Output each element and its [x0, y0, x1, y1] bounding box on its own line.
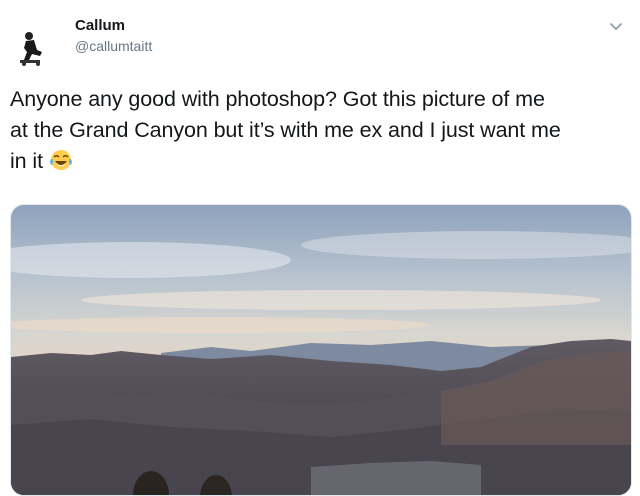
- tears-of-joy-emoji-icon: [49, 148, 73, 172]
- chevron-down-icon[interactable]: [607, 18, 625, 36]
- avatar[interactable]: [18, 30, 46, 66]
- tweet-text-line: in it: [10, 146, 630, 177]
- tweet-text: Anyone any good with photoshop? Got this…: [10, 84, 630, 177]
- author-handle[interactable]: @callumtaitt: [75, 38, 152, 54]
- author-name[interactable]: Callum: [75, 17, 125, 34]
- tweet-text-line: at the Grand Canyon but it’s with me ex …: [10, 118, 561, 142]
- tweet-card: Callum @callumtaitt Anyone any good with…: [0, 0, 640, 496]
- tweet-text-line: Anyone any good with photoshop? Got this…: [10, 87, 545, 111]
- tweet-text-line-end: in it: [10, 149, 43, 173]
- tweet-photo[interactable]: [10, 204, 632, 496]
